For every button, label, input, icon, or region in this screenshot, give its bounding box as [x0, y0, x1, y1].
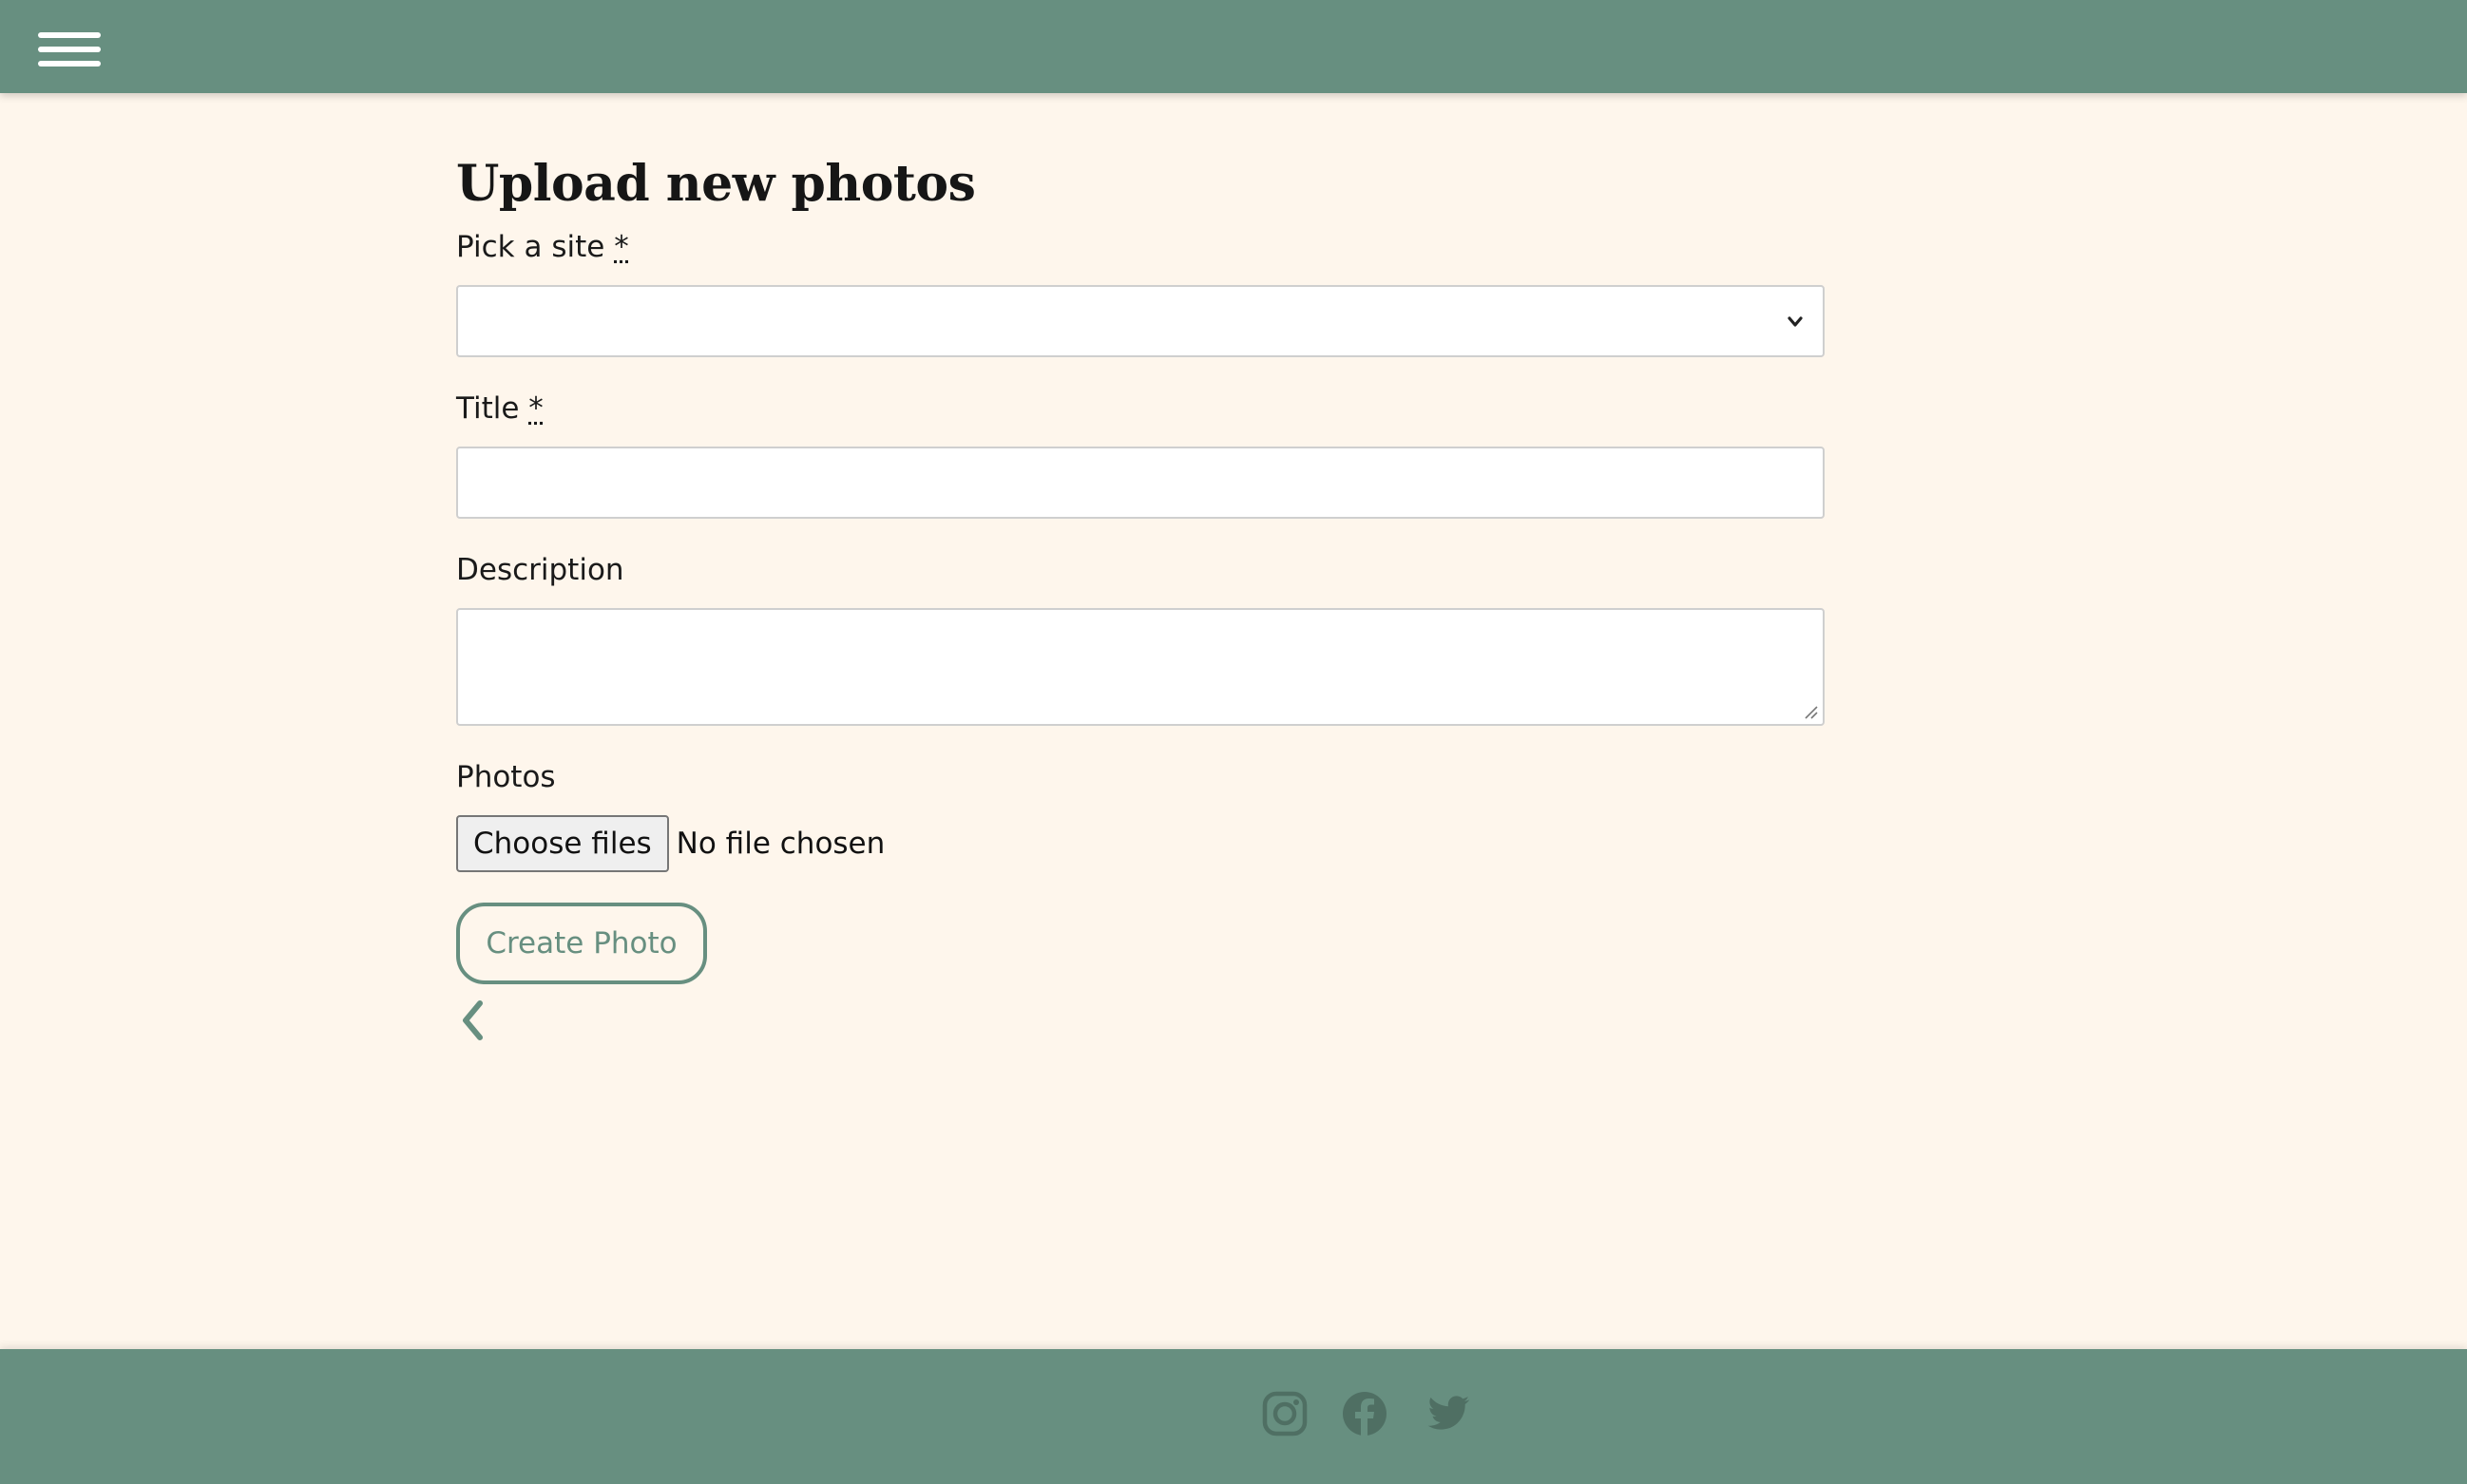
photos-label: Photos — [456, 760, 556, 794]
hamburger-line — [38, 47, 101, 52]
chevron-left-icon[interactable] — [456, 998, 490, 1043]
instagram-icon[interactable] — [1260, 1389, 1310, 1438]
choose-files-button[interactable]: Choose files — [456, 815, 669, 872]
site-select[interactable] — [456, 285, 1825, 357]
twitter-icon[interactable] — [1424, 1389, 1473, 1438]
hamburger-line — [38, 61, 101, 67]
description-textarea[interactable] — [456, 608, 1825, 726]
required-mark: * — [528, 391, 544, 426]
description-label: Description — [456, 553, 624, 587]
page-title: Upload new photos — [456, 155, 976, 213]
file-input: Choose files No file chosen — [456, 815, 1825, 872]
chevron-down-icon — [1788, 316, 1803, 327]
site-label: Pick a site * — [456, 230, 1825, 264]
title-label: Title * — [456, 391, 1825, 426]
hamburger-line — [38, 32, 101, 38]
footer — [0, 1349, 2467, 1484]
facebook-icon[interactable] — [1340, 1389, 1389, 1438]
file-status-text: No file chosen — [676, 827, 886, 861]
resize-handle-icon[interactable] — [1802, 703, 1819, 720]
create-photo-button[interactable]: Create Photo — [456, 903, 707, 984]
title-label-text: Title — [456, 391, 520, 426]
title-input[interactable] — [456, 447, 1825, 519]
hamburger-menu-icon[interactable] — [34, 27, 105, 76]
site-label-text: Pick a site — [456, 230, 605, 264]
upload-form: Upload new photos Pick a site * Title * … — [456, 143, 1825, 1047]
top-navbar — [0, 0, 2467, 93]
required-mark: * — [614, 230, 629, 264]
